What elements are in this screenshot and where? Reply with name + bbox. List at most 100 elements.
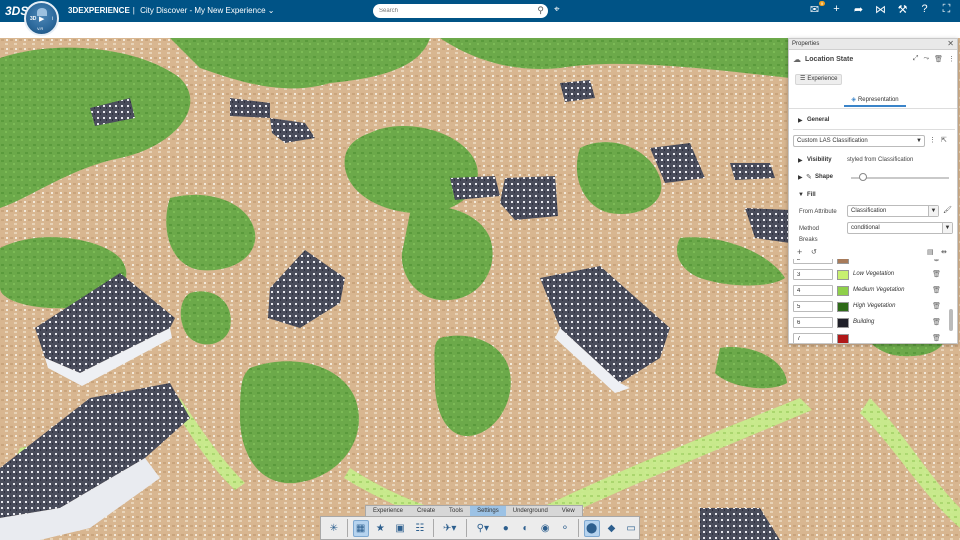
- app-title[interactable]: 3DEXPERIENCE | City Discover - My New Exp…: [68, 6, 274, 15]
- platform-name: 3DEXPERIENCE: [68, 6, 130, 15]
- help-icon[interactable]: ?: [917, 3, 932, 16]
- shape-slider-thumb[interactable]: [858, 173, 867, 181]
- image-icon[interactable]: ▣: [392, 520, 408, 537]
- tag-icon[interactable]: ⌖: [554, 4, 560, 15]
- notification-badge: 9: [818, 1, 825, 6]
- break-value-input[interactable]: [793, 259, 833, 264]
- from-attribute-select[interactable]: Classification ▼: [847, 205, 939, 217]
- tools-icon[interactable]: ⚒: [895, 3, 910, 16]
- delete-icon[interactable]: 🗑: [932, 286, 941, 294]
- color-swatch[interactable]: [837, 259, 849, 264]
- divider: [793, 129, 955, 130]
- tab-representation[interactable]: ◈ Representation: [844, 96, 906, 107]
- compass-icon[interactable]: ✳: [326, 520, 342, 537]
- delete-icon[interactable]: 🗑: [932, 270, 941, 278]
- more-icon[interactable]: ⋮: [929, 136, 936, 144]
- compass-widget[interactable]: 3D ▶ i V.R: [24, 1, 59, 36]
- method-select[interactable]: conditional ▼: [847, 222, 953, 234]
- classification-select[interactable]: Custom LAS Classification ▼: [793, 135, 925, 147]
- chevron-down-icon[interactable]: ⌄: [268, 6, 275, 15]
- chevron-right-icon[interactable]: ▶: [798, 157, 803, 164]
- path-icon[interactable]: ⤢: [913, 55, 919, 63]
- app-name: City Discover: [140, 6, 188, 15]
- table-icon[interactable]: ☷: [412, 520, 428, 537]
- bookmark-icon[interactable]: ★: [373, 520, 389, 537]
- break-value-input[interactable]: [793, 269, 833, 280]
- chevron-right-icon[interactable]: ▶: [798, 117, 803, 124]
- delete-icon[interactable]: 🗑: [932, 318, 941, 326]
- panel-header: Properties ✕: [789, 39, 957, 50]
- delete-icon[interactable]: 🗑: [934, 55, 943, 63]
- play-icon[interactable]: ▶: [39, 15, 44, 23]
- title-dash: -: [189, 6, 193, 15]
- chevron-down-icon[interactable]: ▼: [798, 192, 804, 198]
- experience-chip-label: Experience: [807, 76, 838, 82]
- delete-icon[interactable]: 🗑: [932, 259, 941, 262]
- fill-label[interactable]: Fill: [807, 192, 816, 198]
- link-icon[interactable]: ⤳: [924, 55, 930, 63]
- shading-icon[interactable]: ◐: [518, 520, 534, 537]
- search-icon[interactable]: ⚲: [537, 5, 544, 16]
- brush-icon: ✎: [806, 174, 812, 181]
- undo-icon[interactable]: ↺: [811, 248, 817, 256]
- network-icon[interactable]: ⋈: [873, 3, 888, 16]
- secondary-strip: [0, 22, 960, 38]
- tab-settings[interactable]: Settings: [470, 506, 506, 516]
- break-value-input[interactable]: [793, 285, 833, 296]
- visibility-label[interactable]: Visibility: [807, 157, 832, 163]
- delete-icon[interactable]: 🗑: [932, 334, 941, 342]
- color-swatch[interactable]: [837, 270, 849, 280]
- paint-icon[interactable]: 🖌: [943, 206, 952, 214]
- compass-info-label: i: [51, 16, 53, 22]
- panel-icon[interactable]: ▭: [623, 520, 639, 537]
- breaks-label: Breaks: [799, 237, 818, 243]
- color-swatch[interactable]: [837, 334, 849, 343]
- collapse-icon[interactable]: ⇹: [941, 248, 947, 256]
- search-input[interactable]: [379, 6, 529, 16]
- top-bar: 3DS 3DEXPERIENCE | City Discover - My New…: [0, 0, 960, 22]
- top-actions: ✉ 9 + ➦ ⋈ ⚒ ? ⛶: [807, 1, 954, 16]
- close-icon[interactable]: ✕: [947, 39, 954, 48]
- share-icon[interactable]: ➦: [851, 3, 866, 16]
- export-icon[interactable]: ⇱: [941, 136, 947, 144]
- divider: [432, 519, 434, 537]
- action-bar: ✳ ▦ ★ ▣ ☷ ✈▾ ⚲▾ ● ◐ ◉ ⚬ ⬤ ◆ ▭: [320, 516, 640, 540]
- tab-view[interactable]: View: [555, 506, 582, 516]
- sphere-icon[interactable]: ●: [498, 520, 514, 537]
- color-swatch[interactable]: [837, 302, 849, 312]
- fullscreen-icon[interactable]: ⛶: [939, 3, 954, 16]
- break-value-input[interactable]: [793, 317, 833, 328]
- tab-underground[interactable]: Underground: [506, 506, 555, 516]
- object-title: Location State: [805, 56, 854, 63]
- tab-tools[interactable]: Tools: [442, 506, 470, 516]
- color-swatch[interactable]: [837, 318, 849, 328]
- add-icon[interactable]: +: [797, 247, 802, 257]
- add-icon[interactable]: +: [829, 3, 844, 16]
- delete-icon[interactable]: 🗑: [932, 302, 941, 310]
- more-icon[interactable]: ⋮: [948, 55, 955, 63]
- points-icon[interactable]: ⚬: [557, 520, 573, 537]
- texture-icon[interactable]: ◉: [537, 520, 553, 537]
- action-bar-tabs: Experience Create Tools Settings Underground…: [365, 505, 583, 516]
- notification-icon[interactable]: ✉ 9: [807, 1, 825, 16]
- color-swatch[interactable]: [837, 286, 849, 296]
- search-box[interactable]: ⚲: [373, 4, 548, 18]
- break-label: Low Vegetation: [853, 271, 895, 277]
- shape-label[interactable]: Shape: [815, 174, 833, 180]
- tab-create[interactable]: Create: [410, 506, 442, 516]
- breaks-scrollbar[interactable]: [949, 309, 953, 331]
- break-value-input[interactable]: [793, 301, 833, 312]
- experience-chip[interactable]: ☰ Experience: [795, 74, 843, 85]
- list-icon[interactable]: ▤: [927, 248, 934, 256]
- method-label: Method: [799, 226, 820, 232]
- material-icon[interactable]: ⬤: [583, 519, 600, 537]
- tree-icon[interactable]: ▦: [352, 519, 369, 537]
- terrain-icon[interactable]: ◆: [604, 520, 620, 537]
- break-value-input[interactable]: [793, 333, 833, 343]
- tab-experience[interactable]: Experience: [366, 506, 410, 516]
- section-general[interactable]: General: [807, 117, 829, 123]
- plane-icon[interactable]: ✈▾: [439, 520, 461, 537]
- chevron-right-icon[interactable]: ▶: [798, 174, 803, 181]
- visibility-value: styled from Classification: [847, 157, 914, 163]
- marker-icon[interactable]: ⚲▾: [472, 520, 494, 537]
